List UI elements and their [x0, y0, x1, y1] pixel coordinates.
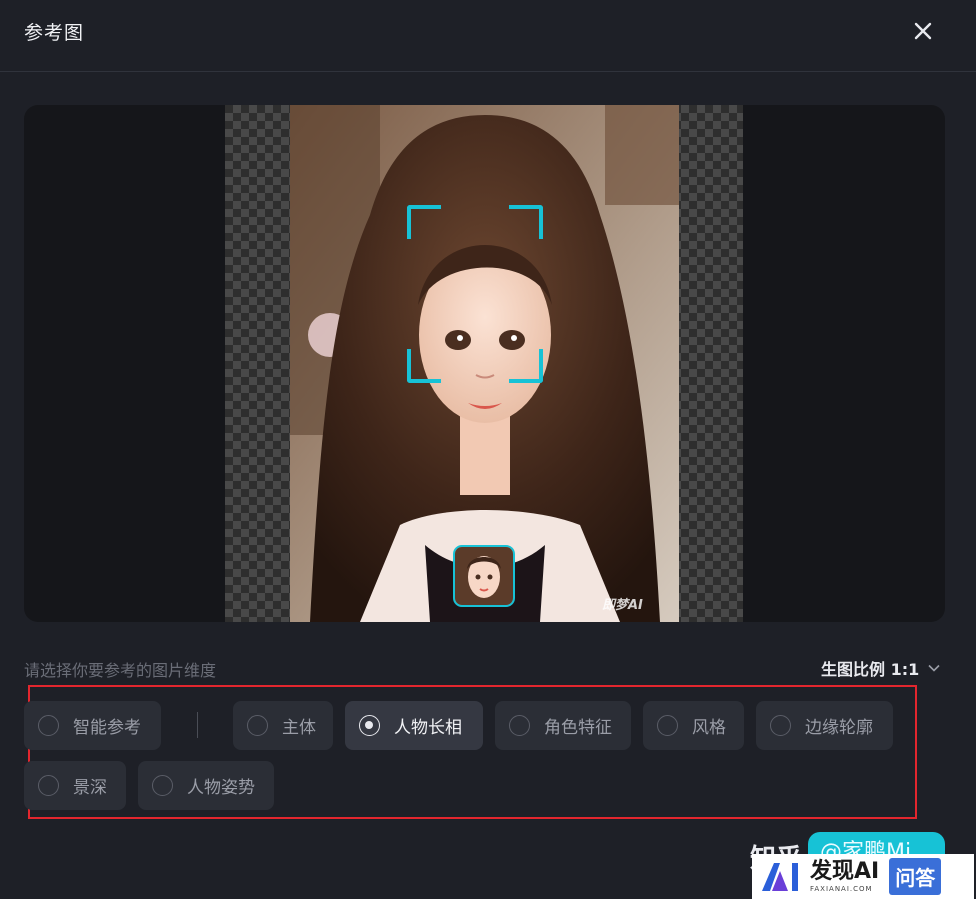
- radio-icon: [152, 775, 173, 796]
- faxian-ai-watermark: 发现AI FAXIANAI.COM 问答: [752, 854, 974, 899]
- radio-icon: [38, 775, 59, 796]
- dimension-prompt: 请选择你要参考的图片维度: [24, 661, 217, 680]
- option-pose[interactable]: 人物姿势: [138, 761, 274, 810]
- face-crop-thumbnail[interactable]: [453, 545, 515, 607]
- option-depth-of-field[interactable]: 景深: [24, 761, 126, 810]
- option-face-appearance[interactable]: 人物长相: [345, 701, 483, 750]
- radio-icon: [770, 715, 791, 736]
- reference-image-preview: 即梦AI: [24, 105, 945, 622]
- jimeng-watermark: 即梦AI: [602, 598, 643, 613]
- option-divider: [197, 712, 198, 738]
- dialog-header: 参考图: [0, 0, 976, 72]
- face-detection-frame: [407, 205, 543, 383]
- dialog-title: 参考图: [24, 22, 85, 44]
- option-smart-reference[interactable]: 智能参考: [24, 701, 161, 750]
- option-style[interactable]: 风格: [643, 701, 744, 750]
- close-icon: [914, 22, 932, 40]
- aspect-ratio-label: 生图比例 1:1: [821, 660, 920, 679]
- radio-selected-icon: [359, 715, 380, 736]
- close-button[interactable]: [908, 16, 938, 46]
- faxian-tag: 问答: [889, 858, 942, 895]
- radio-icon: [247, 715, 268, 736]
- aspect-ratio-selector[interactable]: 生图比例 1:1: [821, 656, 941, 680]
- radio-icon: [38, 715, 59, 736]
- chevron-down-icon: [928, 664, 940, 672]
- option-subject[interactable]: 主体: [233, 701, 333, 750]
- option-edge-contour[interactable]: 边缘轮廓: [756, 701, 893, 750]
- radio-icon: [657, 715, 678, 736]
- radio-icon: [509, 715, 530, 736]
- option-character-features[interactable]: 角色特征: [495, 701, 631, 750]
- faxian-logo-icon: [762, 862, 798, 891]
